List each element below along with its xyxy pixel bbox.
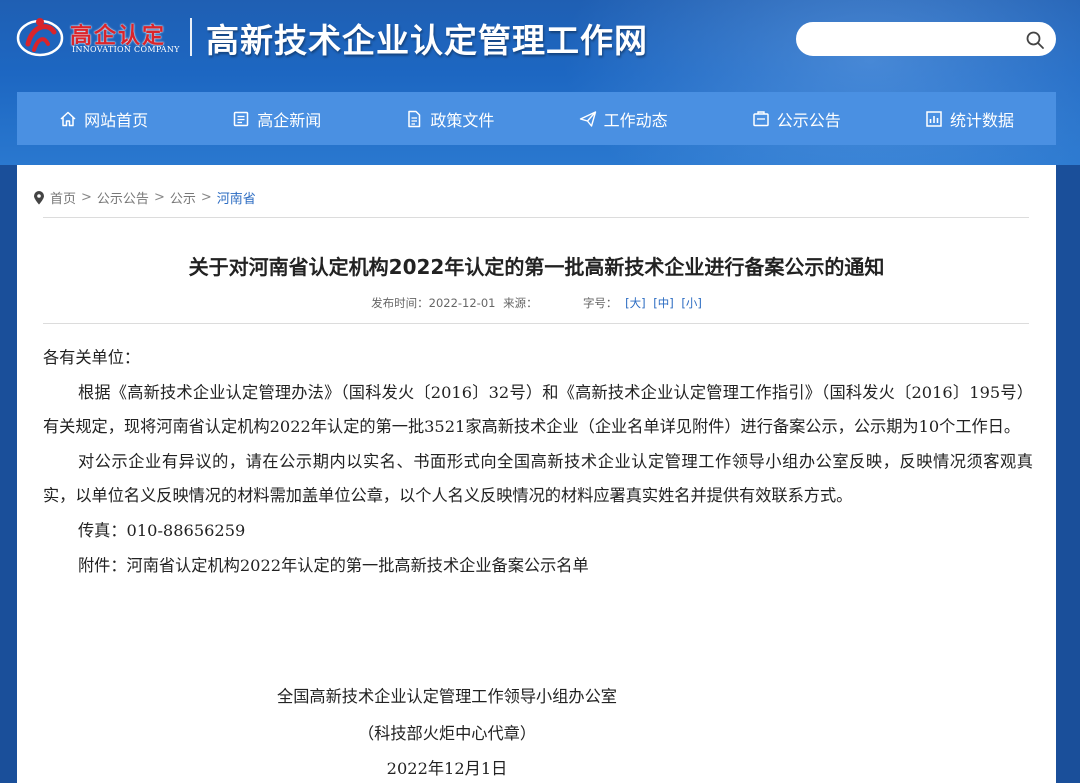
search-box[interactable]	[796, 22, 1056, 56]
site-header: 高企认定 INNOVATION COMPANY 高新技术企业认定管理工作网 网站…	[0, 0, 1080, 165]
nav-label: 公示公告	[776, 110, 841, 130]
nav-item-news[interactable]: 高企新闻	[190, 92, 363, 145]
publish-time: 发布时间：2022-12-01	[371, 296, 496, 310]
chart-icon	[926, 110, 942, 127]
document-icon	[408, 110, 421, 127]
breadcrumb-separator: >	[81, 190, 92, 205]
notice-icon	[753, 110, 769, 126]
font-size-label: 字号：	[582, 296, 618, 310]
breadcrumb-separator: >	[200, 190, 212, 205]
search-icon[interactable]	[1025, 30, 1045, 50]
signature-organization: 全国高新技术企业认定管理工作领导小组办公室	[277, 687, 617, 706]
nav-item-work-updates[interactable]: 工作动态	[537, 92, 710, 145]
logo-separator	[190, 18, 192, 56]
nav-item-notices[interactable]: 公示公告	[710, 92, 883, 145]
nav-label: 工作动态	[603, 110, 668, 130]
nav-item-policy[interactable]: 政策文件	[363, 92, 536, 145]
signature-seal-note: （科技部火炬中心代章）	[357, 724, 537, 743]
font-size-large-button[interactable]: [大]	[625, 296, 645, 310]
article-card: 首页 > 公示公告 > 公示 > 河南省 关于对河南省认定机构2022年认定的第…	[17, 165, 1056, 783]
paper-plane-icon	[579, 110, 596, 127]
search-input[interactable]	[811, 29, 1011, 51]
fax-line: 传真：010-88656259	[78, 520, 246, 540]
nav-item-home[interactable]: 网站首页	[17, 92, 190, 145]
breadcrumb-notices[interactable]: 公示公告	[97, 188, 149, 207]
salutation: 各有关单位：	[43, 348, 141, 367]
logo-mark-icon	[16, 18, 64, 57]
breadcrumb-current[interactable]: 河南省	[217, 188, 256, 207]
breadcrumb-divider	[43, 217, 1029, 218]
nav-item-statistics[interactable]: 统计数据	[883, 92, 1056, 145]
font-size-medium-button[interactable]: [中]	[653, 296, 673, 310]
attachment-line: 附件：河南省认定机构2022年认定的第一批高新技术企业备案公示名单	[78, 555, 589, 575]
location-pin-icon	[34, 190, 44, 204]
breadcrumb-home[interactable]: 首页	[50, 188, 76, 207]
article-title: 关于对河南省认定机构2022年认定的第一批高新技术企业进行备案公示的通知	[188, 255, 885, 279]
font-size-small-button[interactable]: [小]	[681, 296, 701, 310]
news-icon	[234, 111, 249, 126]
breadcrumb-publicity[interactable]: 公示	[170, 188, 196, 207]
article-meta: 发布时间：2022-12-01 来源： 字号： [大] [中] [小]	[17, 295, 1056, 311]
site-logo[interactable]: 高企认定 INNOVATION COMPANY	[14, 14, 186, 60]
source-label: 来源：	[503, 296, 538, 310]
nav-label: 高企新闻	[257, 110, 322, 130]
nav-label: 网站首页	[84, 110, 149, 130]
site-title: 高新技术企业认定管理工作网	[206, 21, 648, 60]
article-body: 各有关单位： 根据《高新技术企业认定管理办法》（国科发火〔2016〕32号）和《…	[43, 341, 1033, 583]
paragraph-objections: 对公示企业有异议的，请在公示期内以实名、书面形式向全国高新技术企业认定管理工作领…	[43, 451, 1033, 506]
nav-label: 政策文件	[430, 110, 495, 130]
nav-label: 统计数据	[949, 110, 1014, 130]
meta-divider	[43, 323, 1029, 324]
breadcrumb: 首页 > 公示公告 > 公示 > 河南省	[33, 188, 256, 207]
main-nav: 网站首页 高企新闻 政策文件 工作动态 公示公告 统计数据	[17, 92, 1056, 145]
breadcrumb-separator: >	[153, 190, 165, 205]
home-icon	[60, 111, 76, 126]
paragraph-regulations: 根据《高新技术企业认定管理办法》（国科发火〔2016〕32号）和《高新技术企业认…	[43, 382, 1033, 437]
logo-english-text: INNOVATION COMPANY	[72, 45, 180, 54]
signature-date: 2022年12月1日	[386, 759, 508, 778]
